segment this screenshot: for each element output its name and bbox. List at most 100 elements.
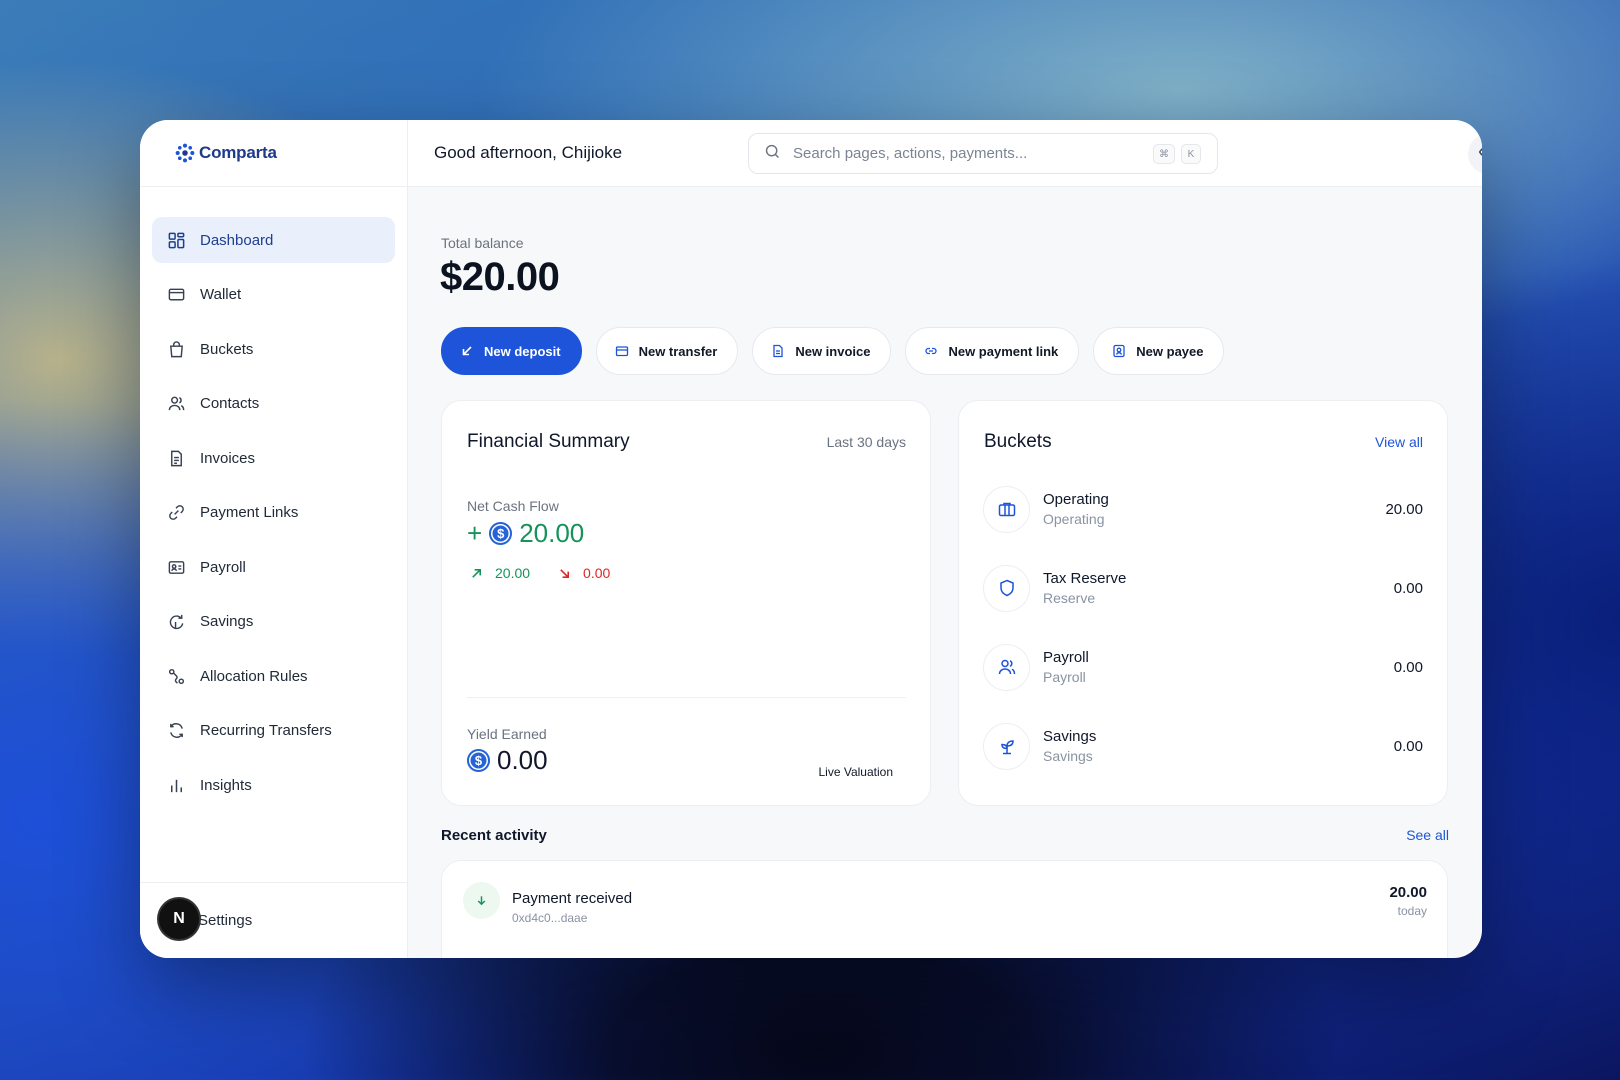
eye-icon: [1478, 142, 1482, 167]
brand-name: Comparta: [199, 143, 277, 162]
sidebar-item-recurring-transfers[interactable]: Recurring Transfers: [152, 708, 395, 754]
activity-address: 0xd4c0...daae: [512, 911, 588, 925]
bucket-type: Payroll: [1043, 669, 1086, 685]
id-card-icon: [166, 557, 186, 577]
activity-time: today: [1397, 904, 1427, 918]
bucket-amount: 0.00: [1393, 658, 1423, 676]
sidebar-item-label: Contacts: [200, 395, 260, 412]
search-icon: [764, 143, 781, 165]
sidebar-item-settings[interactable]: N Settings: [140, 882, 407, 958]
contact-icon: [1113, 344, 1125, 358]
refresh-icon: [166, 721, 186, 741]
see-all-link[interactable]: See all: [1406, 827, 1449, 843]
action-label: New payee: [1136, 343, 1204, 359]
sidebar-item-label: Dashboard: [200, 231, 274, 249]
arrow-down-right-icon: [560, 568, 570, 578]
shield-icon: [983, 564, 1030, 612]
sidebar-item-allocation-rules[interactable]: Allocation Rules: [152, 653, 395, 699]
piggy-bank-icon: [166, 612, 186, 632]
bucket-name: Operating: [1043, 491, 1109, 508]
sign: +: [467, 518, 483, 548]
new-invoice-button[interactable]: New invoice: [752, 327, 892, 375]
financial-summary-card: Financial Summary Last 30 days Net Cash …: [441, 400, 931, 806]
bucket-row-operating[interactable]: Operating Operating 20.00: [983, 485, 1423, 533]
bucket-type: Operating: [1043, 511, 1105, 527]
sidebar-item-label: Savings: [200, 613, 254, 630]
sidebar-item-contacts[interactable]: Contacts: [152, 381, 395, 427]
sidebar-item-insights[interactable]: Insights: [152, 762, 395, 808]
action-label: New deposit: [484, 343, 561, 359]
sidebar-item-savings[interactable]: Savings: [152, 599, 395, 645]
cash-flows: 20.00 0.00: [470, 565, 638, 581]
bucket-row-payroll[interactable]: Payroll Payroll 0.00: [983, 643, 1423, 691]
sidebar-item-wallet[interactable]: Wallet: [152, 272, 395, 318]
bucket-type: Savings: [1043, 748, 1093, 764]
shopping-bag-icon: [166, 339, 186, 359]
k-key-hint: K: [1181, 144, 1201, 164]
sidebar-item-dashboard[interactable]: Dashboard: [152, 217, 395, 263]
inflow-value: 20.00: [495, 565, 531, 581]
sidebar-item-label: Insights: [200, 776, 252, 794]
users-icon: [166, 394, 186, 414]
briefcase-icon: [983, 485, 1030, 533]
action-label: New transfer: [638, 343, 718, 359]
sprout-icon: [983, 722, 1030, 770]
action-label: New payment link: [948, 343, 1059, 359]
bucket-type: Reserve: [1043, 590, 1096, 606]
document-icon: [773, 344, 783, 358]
bucket-row-tax-reserve[interactable]: Tax Reserve Reserve 0.00: [983, 564, 1423, 612]
bucket-amount: 20.00: [1385, 500, 1423, 518]
new-payment-link-button[interactable]: New payment link: [905, 327, 1080, 375]
arrow-up-right-icon: [472, 568, 482, 578]
bucket-amount: 0.00: [1393, 737, 1423, 755]
inflow: 20.00: [470, 565, 530, 581]
buckets-card: Buckets View all Operating Operating 20.…: [958, 400, 1448, 806]
route-icon: [166, 666, 186, 686]
new-deposit-button[interactable]: New deposit: [441, 327, 582, 375]
quick-actions: New deposit New transfer New invoice New…: [441, 327, 1238, 375]
sidebar-item-label: Recurring Transfers: [200, 722, 332, 739]
sidebar-item-label: Payroll: [200, 558, 246, 576]
n-badge-icon[interactable]: N: [159, 899, 199, 939]
bar-chart-icon: [166, 775, 186, 795]
top-bar: Good afternoon, Chijioke ⌘ K CC: [408, 120, 1482, 187]
period-label[interactable]: Last 30 days: [827, 434, 906, 450]
yield-earned-label: Yield Earned: [467, 726, 547, 742]
view-all-link[interactable]: View all: [1375, 434, 1423, 450]
dollar-coin-icon: $: [489, 522, 513, 545]
arrow-down-left-icon: [462, 346, 472, 356]
greeting: Good afternoon, Chijioke: [434, 143, 623, 162]
arrow-down-icon: [463, 882, 500, 919]
sidebar-item-payment-links[interactable]: Payment Links: [152, 490, 395, 536]
settings-label: Settings: [198, 912, 253, 929]
new-payee-button[interactable]: New payee: [1093, 327, 1225, 375]
new-transfer-button[interactable]: New transfer: [595, 327, 739, 375]
bucket-name: Payroll: [1043, 649, 1089, 666]
amount: 20.00: [519, 518, 585, 548]
search-input[interactable]: [793, 145, 1133, 162]
total-balance-label: Total balance: [441, 235, 524, 251]
comparta-logo-icon: [174, 142, 196, 164]
link-icon: [925, 347, 938, 355]
sidebar-item-payroll[interactable]: Payroll: [152, 544, 395, 590]
users-icon: [983, 643, 1030, 691]
sidebar-item-label: Wallet: [200, 286, 242, 303]
card-title: Financial Summary: [467, 431, 630, 452]
bucket-amount: 0.00: [1393, 579, 1423, 597]
bucket-row-savings[interactable]: Savings Savings 0.00: [983, 722, 1423, 770]
sidebar-item-invoices[interactable]: Invoices: [152, 435, 395, 481]
search-box[interactable]: ⌘ K: [748, 133, 1218, 174]
outflow: 0.00: [558, 565, 610, 581]
sidebar-item-buckets[interactable]: Buckets: [152, 326, 395, 372]
recent-activity-title: Recent activity: [441, 827, 547, 844]
sidebar-nav: Dashboard Wallet Buckets Contacts Invoic…: [140, 187, 407, 808]
toggle-visibility-button[interactable]: [1468, 134, 1482, 174]
brand[interactable]: Comparta: [140, 120, 407, 187]
live-valuation-label: Live Valuation: [818, 765, 894, 779]
activity-list: Payment received 0xd4c0...daae 20.00 tod…: [441, 860, 1448, 958]
divider: [467, 697, 906, 698]
total-balance-value: $20.00: [440, 255, 560, 299]
sidebar-item-label: Allocation Rules: [200, 667, 308, 685]
outflow-value: 0.00: [583, 565, 611, 581]
amount: 0.00: [497, 745, 548, 775]
